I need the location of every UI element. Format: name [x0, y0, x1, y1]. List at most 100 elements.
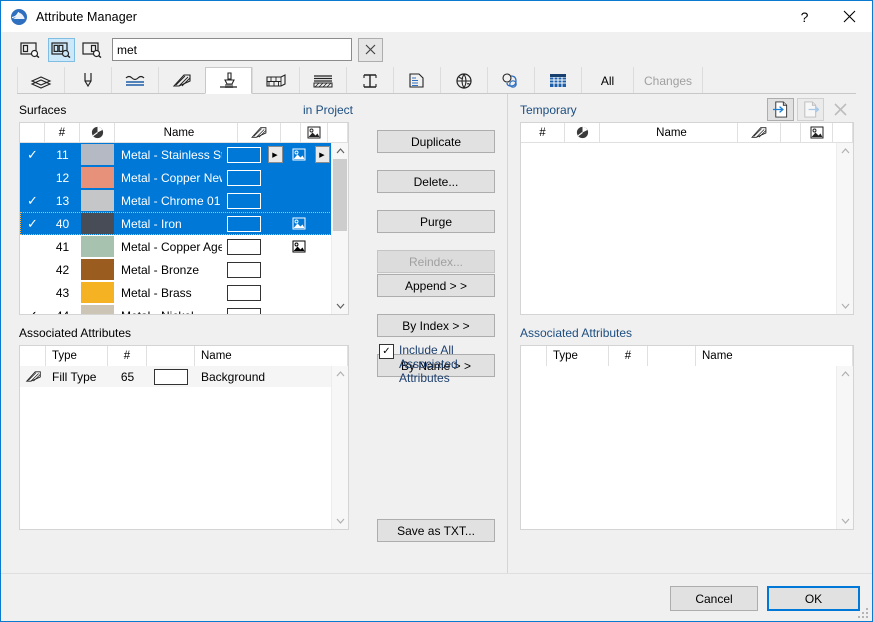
include-all-associated-checkbox[interactable]: ✓ Include All Associated Attributes [379, 343, 491, 385]
tab-layers[interactable] [17, 67, 64, 94]
search-scope-all-button[interactable] [48, 38, 75, 62]
tab-grid[interactable] [534, 67, 581, 94]
append-button[interactable]: Append > > [377, 274, 495, 297]
scroll-down-arrow[interactable] [332, 298, 348, 314]
row-color-swatch[interactable] [80, 281, 115, 304]
row-color-swatch[interactable] [80, 189, 115, 212]
scroll-up-arrow[interactable] [332, 143, 348, 159]
row-fill[interactable] [222, 166, 265, 189]
tab-city[interactable] [440, 67, 487, 94]
surfaces-list[interactable]: # Name [19, 122, 349, 315]
row-texture[interactable] [285, 235, 312, 258]
import-button[interactable] [767, 98, 794, 121]
row-arrow-b[interactable] [312, 258, 332, 281]
help-button[interactable]: ? [782, 1, 827, 32]
tab-building-material[interactable] [252, 67, 299, 94]
left-associated-list[interactable]: Type # Name Fill Type65Background [19, 345, 349, 530]
temporary-scrollbar[interactable] [836, 143, 853, 314]
table-row[interactable]: ✓44Metal - Nickel [20, 304, 332, 314]
row-checkmark[interactable]: ✓ [20, 304, 45, 314]
table-row[interactable]: ✓13Metal - Chrome 01 [20, 189, 332, 212]
row-checkmark[interactable]: ✓ [20, 189, 45, 212]
row-texture[interactable] [285, 258, 312, 281]
search-clear-button[interactable] [358, 38, 383, 62]
row-fill[interactable] [222, 304, 265, 314]
row-arrow-a[interactable] [265, 258, 285, 281]
row-texture[interactable] [285, 189, 312, 212]
search-scope-name-button[interactable] [17, 38, 44, 62]
tab-mep[interactable] [487, 67, 534, 94]
by-index-button[interactable]: By Index > > [377, 314, 495, 337]
tab-line-type[interactable] [111, 67, 158, 94]
table-row[interactable]: 42Metal - Bronze [20, 258, 332, 281]
resize-grip[interactable] [858, 608, 868, 618]
temp-scroll-up-arrow[interactable] [837, 143, 853, 159]
row-arrow-b[interactable] [312, 189, 332, 212]
right-associated-scrollbar[interactable] [836, 366, 853, 529]
close-button[interactable] [827, 1, 872, 32]
row-arrow-b[interactable] [312, 212, 332, 235]
raa-scroll-down-arrow[interactable] [837, 513, 853, 529]
duplicate-button[interactable]: Duplicate [377, 130, 495, 153]
row-color-swatch[interactable] [80, 143, 115, 166]
tab-profile[interactable] [346, 67, 393, 94]
row-color-swatch[interactable] [80, 304, 115, 314]
save-as-txt-button[interactable]: Save as TXT... [377, 519, 495, 542]
row-fill[interactable] [222, 235, 265, 258]
row-arrow-a[interactable]: ▶ [265, 143, 285, 166]
row-arrow-a[interactable] [265, 166, 285, 189]
row-arrow-b[interactable] [312, 281, 332, 304]
row-arrow-b[interactable] [312, 304, 332, 314]
row-checkmark[interactable] [20, 235, 45, 258]
row-fill[interactable] [222, 281, 265, 304]
row-color-swatch[interactable] [80, 212, 115, 235]
left-associated-scrollbar[interactable] [331, 366, 348, 529]
row-arrow-b[interactable] [312, 166, 332, 189]
row-texture[interactable] [285, 166, 312, 189]
scroll-thumb[interactable] [333, 159, 347, 231]
surfaces-scrollbar[interactable] [331, 143, 348, 314]
purge-button[interactable]: Purge [377, 210, 495, 233]
table-row[interactable]: 41Metal - Copper Aged [20, 235, 332, 258]
row-checkmark[interactable] [20, 166, 45, 189]
table-row[interactable]: ✓40Metal - Iron [20, 212, 332, 235]
aa-scroll-up-arrow[interactable] [332, 366, 348, 382]
row-texture[interactable] [285, 281, 312, 304]
row-color-swatch[interactable] [80, 166, 115, 189]
list-item[interactable]: Fill Type65Background [20, 366, 332, 387]
row-arrow-a[interactable] [265, 235, 285, 258]
temp-scroll-down-arrow[interactable] [837, 298, 853, 314]
table-row[interactable]: ✓11Metal - Stainless Steel▶▶ [20, 143, 332, 166]
row-color-swatch[interactable] [80, 258, 115, 281]
delete-button[interactable]: Delete... [377, 170, 495, 193]
tab-surface[interactable] [205, 67, 252, 94]
tab-zone-category[interactable] [393, 67, 440, 94]
tab-changes[interactable]: Changes [633, 67, 703, 94]
ok-button[interactable]: OK [767, 586, 860, 611]
row-fill[interactable] [222, 212, 265, 235]
tab-composite[interactable] [299, 67, 346, 94]
row-arrow-b[interactable]: ▶ [312, 143, 332, 166]
row-checkmark[interactable]: ✓ [20, 143, 45, 166]
aa-row-swatch[interactable] [147, 366, 195, 387]
row-checkmark[interactable] [20, 258, 45, 281]
row-fill[interactable] [222, 258, 265, 281]
row-texture[interactable] [285, 143, 312, 166]
right-associated-list[interactable]: Type # Name [520, 345, 854, 530]
row-checkmark[interactable] [20, 281, 45, 304]
table-row[interactable]: 43Metal - Brass [20, 281, 332, 304]
row-fill[interactable] [222, 143, 265, 166]
temporary-list[interactable]: # Name [520, 122, 854, 315]
row-arrow-a[interactable] [265, 212, 285, 235]
search-scope-index-button[interactable] [79, 38, 106, 62]
tab-fill[interactable] [158, 67, 205, 94]
row-texture[interactable] [285, 304, 312, 314]
aa-scroll-down-arrow[interactable] [332, 513, 348, 529]
raa-scroll-up-arrow[interactable] [837, 366, 853, 382]
tab-all[interactable]: All [581, 67, 633, 94]
row-arrow-a[interactable] [265, 304, 285, 314]
row-texture[interactable] [285, 212, 312, 235]
row-color-swatch[interactable] [80, 235, 115, 258]
row-fill[interactable] [222, 189, 265, 212]
row-arrow-b[interactable] [312, 235, 332, 258]
